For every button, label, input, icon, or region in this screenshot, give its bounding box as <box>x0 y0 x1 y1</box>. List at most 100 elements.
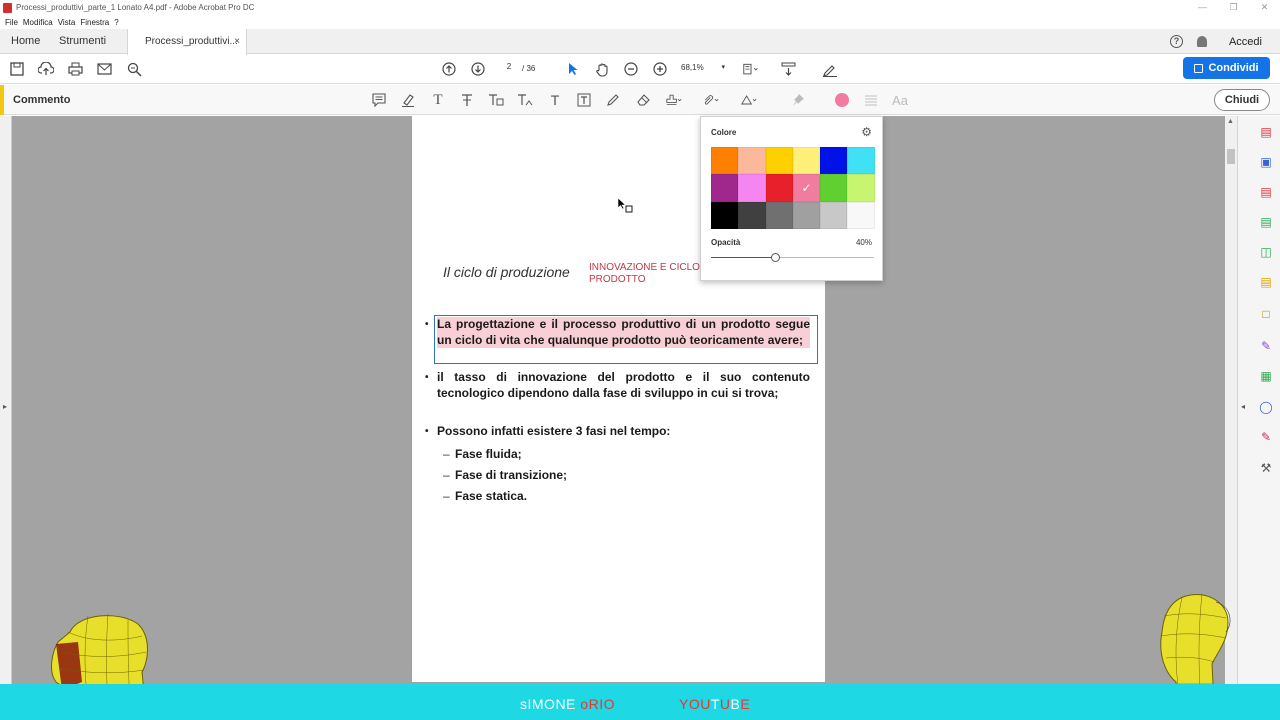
page-number-input[interactable]: 2 <box>499 62 519 76</box>
color-swatch[interactable] <box>820 147 848 175</box>
bullet-item-2[interactable]: • il tasso di innovazione del prodotto e… <box>425 370 810 401</box>
protect-icon[interactable]: ◯ <box>1258 399 1274 415</box>
opacity-slider-thumb[interactable] <box>771 253 781 262</box>
menu-vista[interactable]: Vista <box>58 18 76 27</box>
color-swatch[interactable] <box>738 201 766 229</box>
tab-home[interactable]: Home <box>11 29 40 54</box>
scroll-mode-icon[interactable] <box>780 61 796 77</box>
help-icon[interactable]: ? <box>1169 35 1183 48</box>
text-box-icon[interactable] <box>576 92 592 108</box>
menu-file[interactable]: File <box>5 18 18 27</box>
close-window-icon[interactable]: ✕ <box>1249 0 1280 15</box>
menu-finestra[interactable]: Finestra <box>80 18 109 27</box>
zoom-in-icon[interactable] <box>652 61 668 77</box>
font-format-icon[interactable]: Aa <box>892 92 908 108</box>
previous-page-icon[interactable] <box>441 61 457 77</box>
page-fit-icon[interactable] <box>743 61 759 77</box>
sign-icon[interactable] <box>822 61 838 77</box>
sub-bullet-1[interactable]: – Fase fluida; <box>443 447 522 461</box>
minimize-icon[interactable]: — <box>1187 0 1218 15</box>
print-icon[interactable] <box>67 61 83 77</box>
tab-document[interactable]: Processi_produttivi... × <box>127 29 247 55</box>
menu-modifica[interactable]: Modifica <box>23 18 53 27</box>
bullet-item-3[interactable]: • Possono infatti esistere 3 fasi nel te… <box>425 424 810 440</box>
opacity-value: 40% <box>855 238 872 247</box>
dash-icon: – <box>443 489 450 503</box>
save-icon[interactable] <box>9 61 25 77</box>
pencil-icon[interactable] <box>605 92 621 108</box>
tab-close-icon[interactable]: × <box>234 29 240 54</box>
zoom-dropdown[interactable]: 68,1% ▾ <box>681 63 727 77</box>
edit-pdf-icon[interactable]: ▤ <box>1258 214 1274 230</box>
close-comment-button[interactable]: Chiudi <box>1214 89 1270 111</box>
header-right: ? Accedi <box>1169 29 1280 54</box>
zoom-search-icon[interactable] <box>126 61 142 77</box>
comment-tool-icon[interactable]: □ <box>1258 306 1274 322</box>
scroll-up-icon[interactable]: ▲ <box>1227 118 1234 125</box>
dash-icon: – <box>443 468 450 482</box>
color-swatch[interactable] <box>792 147 821 175</box>
bell-icon[interactable] <box>1196 36 1207 47</box>
pin-icon[interactable] <box>790 92 806 108</box>
color-swatch[interactable] <box>820 201 848 229</box>
opacity-slider[interactable] <box>711 253 874 262</box>
tab-tools[interactable]: Strumenti <box>59 29 106 54</box>
color-swatch[interactable] <box>738 174 766 202</box>
color-swatch[interactable] <box>711 147 739 175</box>
scrollbar-thumb[interactable] <box>1227 149 1235 164</box>
send-signature-icon[interactable]: ✎ <box>1258 429 1274 445</box>
line-width-icon[interactable] <box>863 92 879 108</box>
color-swatch[interactable] <box>738 147 766 175</box>
eraser-icon[interactable] <box>635 92 651 108</box>
zoom-out-icon[interactable] <box>623 61 639 77</box>
email-icon[interactable] <box>96 61 112 77</box>
sticky-note-icon[interactable] <box>371 92 387 108</box>
color-swatch[interactable] <box>711 201 739 229</box>
attach-file-icon[interactable] <box>703 92 719 108</box>
bullet-item-1[interactable]: • La progettazione e il processo produtt… <box>425 317 810 348</box>
left-panel-toggle[interactable]: ▸ <box>0 116 12 684</box>
fill-sign-icon[interactable]: ✎ <box>1258 338 1274 354</box>
color-swatch[interactable] <box>711 174 739 202</box>
gear-icon[interactable]: ⚙ <box>861 125 872 139</box>
replace-text-icon[interactable] <box>488 92 504 108</box>
color-picker-button[interactable] <box>835 93 849 107</box>
select-arrow-icon[interactable] <box>565 61 581 77</box>
highlight-icon[interactable] <box>400 92 416 108</box>
cloud-upload-icon[interactable] <box>38 61 54 77</box>
menu-help[interactable]: ? <box>114 18 118 27</box>
color-swatch[interactable] <box>847 147 875 175</box>
color-swatch[interactable] <box>765 147 793 175</box>
sub-bullet-2[interactable]: – Fase di transizione; <box>443 468 567 482</box>
color-swatch[interactable]: ✓ <box>792 174 821 202</box>
color-swatch[interactable] <box>847 201 875 229</box>
combine-files-icon[interactable]: ◫ <box>1258 244 1274 260</box>
color-swatch[interactable] <box>847 174 875 202</box>
more-tools-icon[interactable]: ⚒ <box>1258 460 1274 476</box>
main-toolbar: 2 / 36 68,1% ▾ <box>0 55 1280 84</box>
shapes-icon[interactable] <box>741 92 757 108</box>
chevron-down-icon: ▾ <box>721 64 725 71</box>
export-pdf-icon[interactable]: ▤ <box>1258 124 1274 140</box>
collapse-right-icon[interactable]: ◂ <box>1241 402 1245 411</box>
underline-text-icon[interactable]: T <box>430 92 446 108</box>
signin-link[interactable]: Accedi <box>1229 36 1262 48</box>
share-button[interactable]: Condividi <box>1183 57 1270 79</box>
next-page-icon[interactable] <box>470 61 486 77</box>
hand-tool-icon[interactable] <box>594 61 610 77</box>
color-swatch[interactable] <box>792 201 821 229</box>
sub-bullet-3[interactable]: – Fase statica. <box>443 489 527 503</box>
stamp-icon[interactable] <box>666 92 682 108</box>
compress-icon[interactable]: ▦ <box>1258 368 1274 384</box>
color-swatch[interactable] <box>765 174 793 202</box>
restore-icon[interactable]: ❐ <box>1218 0 1249 15</box>
color-swatch[interactable] <box>765 201 793 229</box>
create-pdf-icon[interactable]: ▣ <box>1258 154 1274 170</box>
color-swatch[interactable] <box>820 174 848 202</box>
strikethrough-text-icon[interactable] <box>459 92 475 108</box>
organize-pages-icon[interactable]: ▤ <box>1258 184 1274 200</box>
insert-text-icon[interactable] <box>517 92 533 108</box>
scan-icon[interactable]: ▤ <box>1258 274 1274 290</box>
bullet-text-1: La progettazione e il processo produttiv… <box>437 317 810 348</box>
add-text-icon[interactable]: T <box>547 92 563 108</box>
